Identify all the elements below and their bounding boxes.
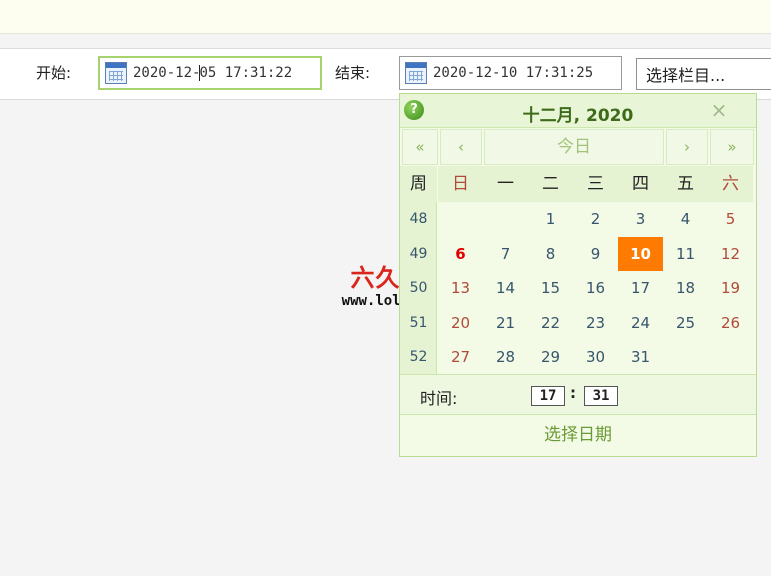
weekday-wed: 三 (573, 166, 618, 202)
next-year-button[interactable]: » (710, 129, 754, 165)
end-date-input[interactable]: 2020-12-10 17:31:25 (399, 56, 622, 90)
calendar-icon[interactable] (105, 62, 127, 84)
week-number-column: 48 49 50 51 52 (400, 202, 437, 374)
calendar-icon[interactable] (405, 62, 427, 84)
calendar-day[interactable]: 8 (528, 237, 573, 271)
calendar-day[interactable]: 13 (438, 271, 483, 305)
select-date-button[interactable]: 选择日期 (400, 415, 756, 456)
calendar-day[interactable]: 18 (663, 271, 708, 305)
top-banner (0, 0, 771, 34)
time-separator: : (570, 384, 576, 402)
calendar-day[interactable]: 5 (708, 202, 753, 236)
calendar-day[interactable]: 4 (663, 202, 708, 236)
calendar-day[interactable]: 28 (483, 340, 528, 374)
weekday-thu: 四 (618, 166, 663, 202)
weekday-fri: 五 (663, 166, 708, 202)
column-select[interactable]: 选择栏目... (636, 58, 771, 90)
weekday-mon: 一 (483, 166, 528, 202)
week-number: 49 (409, 246, 428, 262)
next-month-button[interactable]: › (666, 129, 708, 165)
start-date-input[interactable]: 2020-12-05 17:31:22 (98, 56, 322, 90)
calendar-day[interactable]: 14 (483, 271, 528, 305)
prev-month-button[interactable]: ‹ (440, 129, 482, 165)
minute-input[interactable]: 31 (584, 386, 618, 406)
end-date-value: 2020-12-10 17:31:25 (433, 65, 594, 81)
week-number-header: 周 (400, 166, 437, 202)
end-label: 结束: (335, 64, 371, 82)
calendar-header: 十二月, 2020 ? × (400, 94, 756, 128)
calendar-day[interactable]: 11 (663, 237, 708, 271)
calendar-day[interactable]: 15 (528, 271, 573, 305)
calendar-month-title: 十二月, 2020 (522, 106, 634, 126)
calendar-day[interactable]: 31 (618, 340, 663, 374)
time-label: 时间: (420, 389, 458, 408)
weekday-sun: 日 (438, 166, 483, 202)
week-number: 52 (409, 349, 428, 365)
calendar-day[interactable]: 1 (528, 202, 573, 236)
help-icon[interactable]: ? (404, 100, 424, 120)
calendar-day[interactable]: 7 (483, 237, 528, 271)
calendar-day[interactable]: 25 (663, 306, 708, 340)
calendar-day[interactable]: 20 (438, 306, 483, 340)
calendar-day[interactable]: 29 (528, 340, 573, 374)
time-row: 时间: 17 : 31 (400, 374, 756, 415)
calendar-day[interactable]: 17 (618, 271, 663, 305)
calendar-day[interactable]: 27 (438, 340, 483, 374)
week-number: 50 (409, 280, 428, 296)
calendar-day[interactable]: 19 (708, 271, 753, 305)
today-button[interactable]: 今日 (484, 129, 664, 165)
calendar-day[interactable]: 3 (618, 202, 663, 236)
date-picker-popup: 十二月, 2020 ? × « ‹ 今日 › » 周 日 一 二 三 四 五 六… (399, 93, 757, 457)
week-number: 48 (409, 211, 428, 227)
calendar-day[interactable]: 2 (573, 202, 618, 236)
start-date-value: 2020-12-05 17:31:22 (133, 65, 293, 81)
hour-input[interactable]: 17 (531, 386, 565, 406)
calendar-day[interactable]: 9 (573, 237, 618, 271)
calendar-day[interactable]: 16 (573, 271, 618, 305)
start-label: 开始: (36, 64, 72, 82)
calendar-day[interactable]: 22 (528, 306, 573, 340)
week-number: 51 (409, 315, 428, 331)
calendar-day[interactable]: 10 (618, 237, 663, 271)
prev-year-button[interactable]: « (402, 129, 438, 165)
weekday-tue: 二 (528, 166, 573, 202)
calendar-day[interactable]: 24 (618, 306, 663, 340)
calendar-day[interactable]: 30 (573, 340, 618, 374)
calendar-day[interactable]: 26 (708, 306, 753, 340)
calendar-day[interactable]: 6 (438, 237, 483, 271)
calendar-day[interactable]: 21 (483, 306, 528, 340)
calendar-day[interactable]: 23 (573, 306, 618, 340)
calendar-day[interactable]: 12 (708, 237, 753, 271)
close-icon[interactable]: × (709, 98, 729, 122)
weekday-sat: 六 (708, 166, 753, 202)
